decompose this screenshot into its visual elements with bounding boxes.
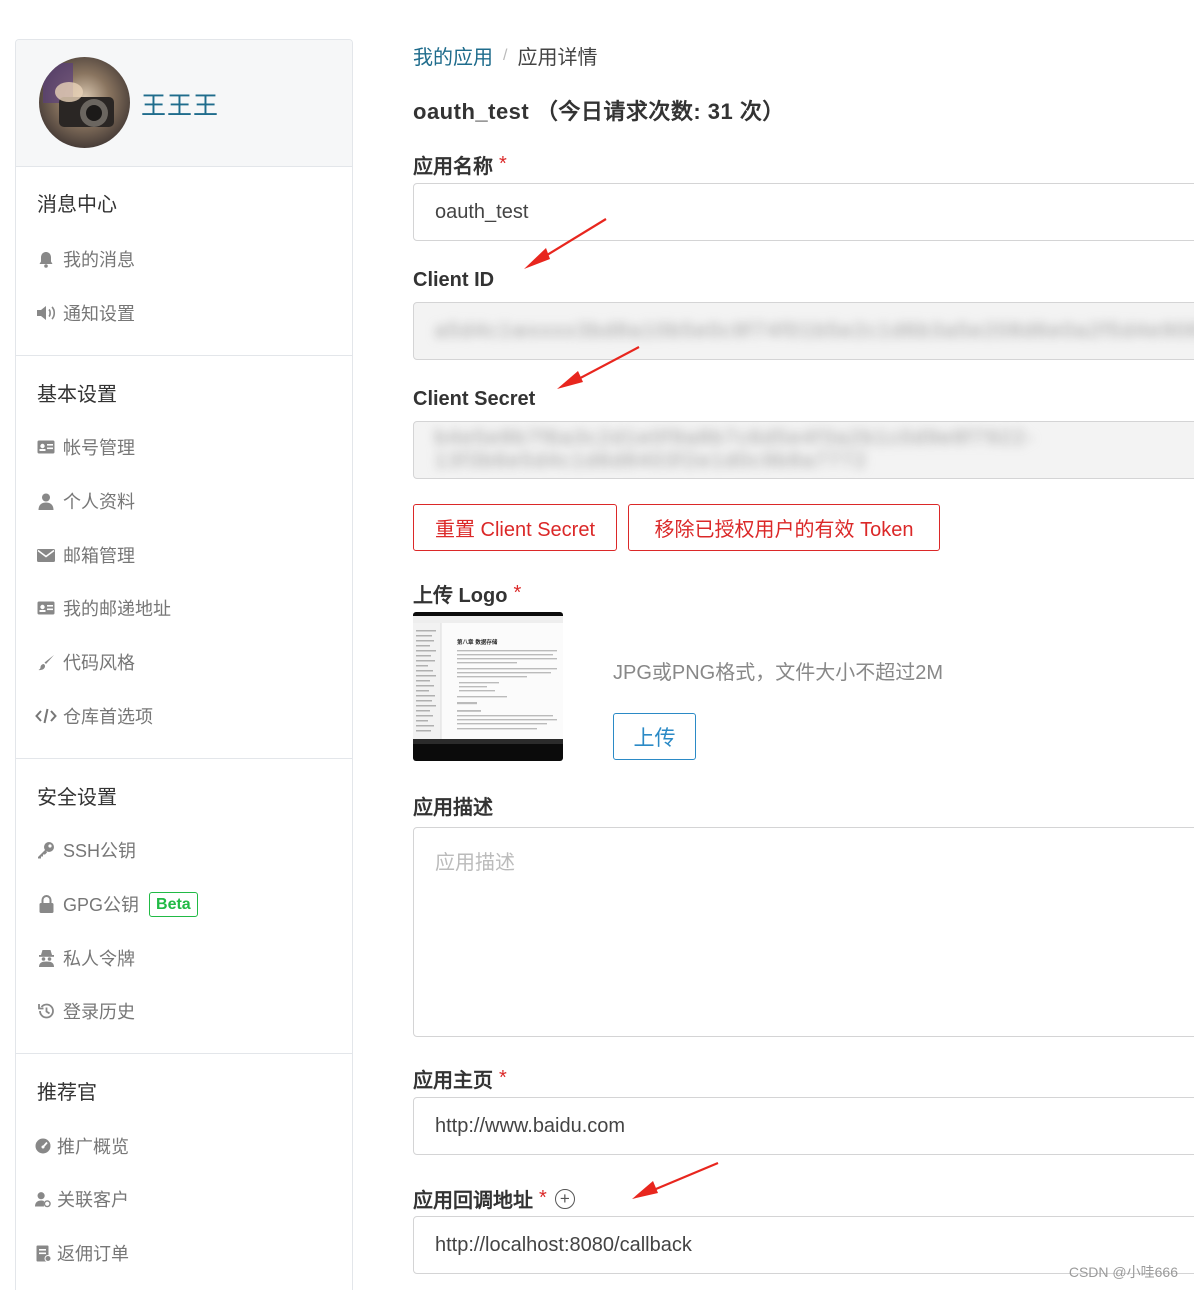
divider: [16, 355, 352, 356]
required-asterisk: *: [499, 1067, 507, 1089]
required-asterisk: *: [499, 153, 507, 175]
section-title-security-settings: 安全设置: [37, 787, 117, 809]
sidebar-item-ssh-keys[interactable]: SSH公钥: [35, 835, 136, 865]
envelope-icon: [35, 545, 57, 565]
sidebar-item-label: SSH公钥: [63, 841, 137, 861]
description-textarea[interactable]: 应用描述: [413, 827, 1194, 1037]
homepage-label: 应用主页 *: [413, 1064, 507, 1093]
dashboard-icon: [35, 1136, 51, 1156]
client-secret-field[interactable]: b4e5e8b7f6a3c2d1e0f9a8b7c6d5e4f3a2b1c0d9…: [413, 421, 1194, 479]
breadcrumb-separator: /: [503, 46, 508, 64]
sidebar-item-label: 返佣订单: [57, 1244, 129, 1264]
logo-label-text: 上传 Logo: [413, 585, 508, 607]
client-id-value: a5d4c1wxxxx3bd8a10b5e0c9f74f01b5e2c1d6b3…: [435, 319, 1194, 342]
lock-icon: [35, 894, 57, 914]
annotation-arrow-icon: [557, 346, 640, 389]
client-id-label: Client ID: [413, 269, 495, 291]
sidebar-item-label: 帐号管理: [63, 438, 135, 458]
sidebar-item-promotion-overview[interactable]: 推广概览: [35, 1131, 129, 1161]
volume-icon: [35, 303, 57, 323]
id-card-icon: [35, 437, 57, 457]
key-icon: [35, 840, 57, 860]
section-title-referral: 推荐官: [37, 1082, 97, 1104]
client-secret-label: Client Secret: [413, 388, 536, 410]
page-title: oauth_test （今日请求次数: 31 次）: [413, 99, 785, 124]
sidebar-item-private-tokens[interactable]: 私人令牌: [35, 943, 135, 973]
divider: [16, 1053, 352, 1054]
sidebar-item-label: 邮箱管理: [63, 546, 135, 566]
profile-header: 王王王: [16, 40, 352, 167]
code-icon: [35, 706, 57, 726]
breadcrumb: 我的应用 / 应用详情: [413, 41, 597, 70]
homepage-input[interactable]: http://www.baidu.com: [413, 1097, 1194, 1155]
required-asterisk: *: [513, 582, 522, 604]
sidebar-item-code-style[interactable]: 代码风格: [35, 647, 135, 677]
reset-client-secret-button[interactable]: 重置 Client Secret: [413, 504, 617, 551]
description-label: 应用描述: [413, 797, 493, 819]
annotation-arrow-icon: [632, 1161, 719, 1199]
sidebar-item-label: 通知设置: [63, 304, 135, 324]
sidebar-item-profile[interactable]: 个人资料: [35, 486, 135, 516]
section-title-message-center: 消息中心: [37, 194, 117, 216]
required-asterisk: *: [539, 1187, 547, 1209]
divider: [16, 758, 352, 759]
logo-thumbnail[interactable]: 第八章 数据存储: [413, 612, 563, 761]
sidebar-item-repo-preferences[interactable]: 仓库首选项: [35, 701, 153, 731]
homepage-label-text: 应用主页: [413, 1070, 493, 1092]
callback-label-text: 应用回调地址: [413, 1190, 533, 1212]
sidebar-item-label: 代码风格: [63, 653, 135, 673]
watermark: CSDN @小哇666: [1068, 1264, 1178, 1280]
client-secret-value: b4e5e8b7f6a3c2d1e0f9a8b7c6d5e4f3a2b1c0d9…: [435, 427, 1035, 472]
revoke-tokens-button[interactable]: 移除已授权用户的有效 Token: [628, 504, 940, 551]
app-name-label-text: 应用名称: [413, 156, 493, 178]
bell-icon: [35, 249, 57, 269]
sidebar-item-label: 我的消息: [63, 250, 135, 270]
app-name-label: 应用名称 *: [413, 150, 507, 179]
sidebar-item-login-history[interactable]: 登录历史: [35, 996, 135, 1026]
sidebar-item-commission-orders[interactable]: 返佣订单: [35, 1238, 129, 1268]
sidebar-item-my-messages[interactable]: 我的消息: [35, 244, 135, 274]
annotation-arrow-icon: [524, 218, 607, 269]
user-link-icon: [35, 1189, 51, 1209]
sidebar-item-label: 我的邮递地址: [63, 599, 171, 619]
logo-label: 上传 Logo *: [413, 579, 521, 608]
upload-button[interactable]: 上传: [613, 713, 696, 760]
section-title-basic-settings: 基本设置: [37, 384, 117, 406]
client-id-field[interactable]: a5d4c1wxxxx3bd8a10b5e0c9f74f01b5e2c1d6b3…: [413, 302, 1194, 360]
upload-hint: JPG或PNG格式，文件大小不超过2M: [613, 662, 944, 684]
sidebar-item-email[interactable]: 邮箱管理: [35, 540, 135, 570]
sidebar-item-linked-customers[interactable]: 关联客户: [35, 1184, 129, 1214]
add-callback-icon[interactable]: +: [554, 1188, 575, 1209]
sidebar-item-label: 登录历史: [63, 1002, 135, 1022]
address-card-icon: [35, 598, 57, 618]
thumbnail-heading: 第八章 数据存储: [457, 638, 498, 646]
breadcrumb-my-apps[interactable]: 我的应用: [413, 41, 493, 70]
avatar[interactable]: [39, 57, 130, 148]
paint-brush-icon: [35, 652, 57, 672]
sidebar-item-label: GPG公钥: [63, 895, 140, 915]
sidebar-item-account[interactable]: 帐号管理: [35, 432, 135, 462]
order-icon: [35, 1243, 51, 1263]
sidebar-item-label: 私人令牌: [63, 949, 135, 969]
breadcrumb-current: 应用详情: [517, 47, 598, 69]
settings-sidebar: 王王王 消息中心 我的消息 通知设置 基本设置 帐号管理 个人资料 邮箱管理 我…: [15, 39, 353, 1290]
callback-label: 应用回调地址 * +: [413, 1184, 575, 1213]
sidebar-item-label: 仓库首选项: [63, 707, 153, 727]
user-secret-icon: [35, 948, 57, 968]
history-icon: [35, 1001, 57, 1021]
sidebar-item-label: 推广概览: [57, 1137, 129, 1157]
sidebar-item-gpg-keys[interactable]: GPG公钥 Beta: [35, 889, 198, 919]
user-icon: [35, 491, 57, 511]
username[interactable]: 王王王: [141, 86, 219, 122]
beta-badge: Beta: [149, 891, 198, 917]
sidebar-item-label: 关联客户: [57, 1190, 129, 1210]
sidebar-item-notification-settings[interactable]: 通知设置: [35, 298, 135, 328]
sidebar-item-label: 个人资料: [63, 492, 135, 512]
sidebar-item-mailing-address[interactable]: 我的邮递地址: [35, 593, 171, 623]
